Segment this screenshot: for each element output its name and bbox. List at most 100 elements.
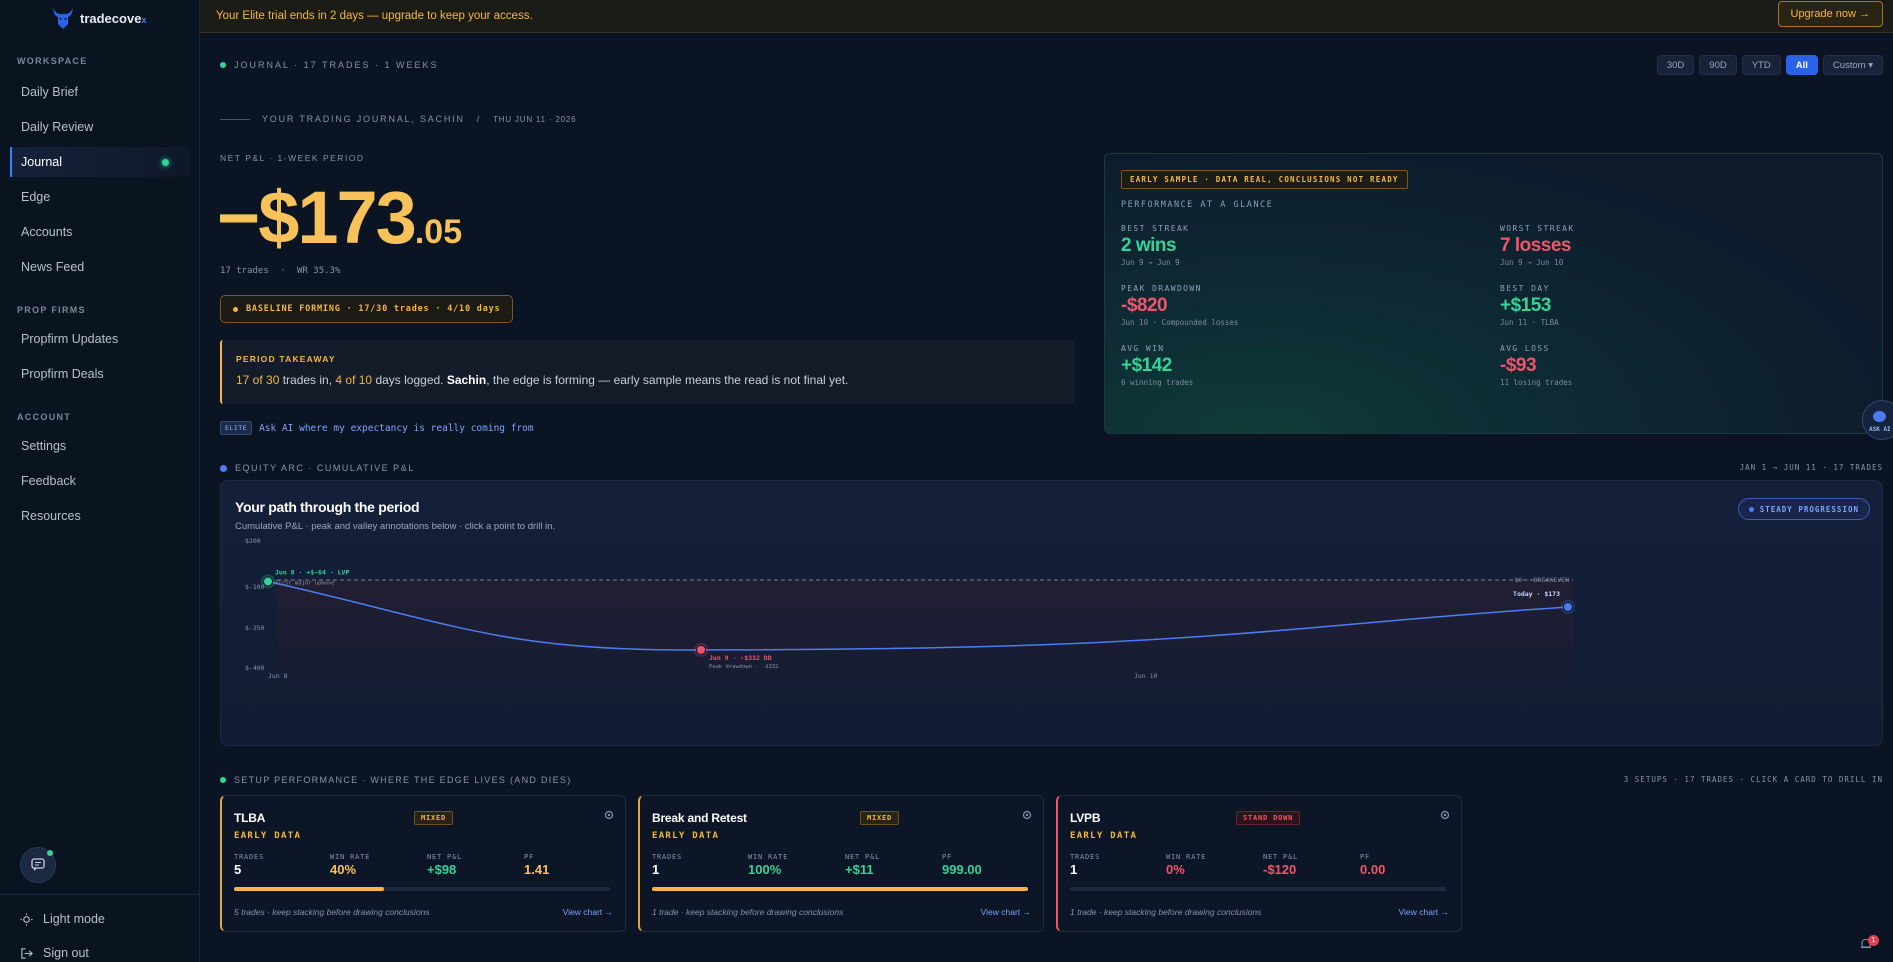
sidebar-item-resources[interactable]: Resources bbox=[10, 501, 190, 531]
x-tick-label: Jun 8 bbox=[268, 672, 288, 680]
journal-summary: JOURNAL · 17 TRADES · 1 WEEKS bbox=[220, 60, 439, 70]
takeaway-text: 17 of 30 trades in, 4 of 10 days logged.… bbox=[236, 373, 849, 387]
journal-date: THU JUN 11 · 2026 bbox=[493, 114, 577, 124]
view-chart-link[interactable]: View chart → bbox=[1399, 907, 1449, 917]
sidebar-item-journal[interactable]: Journal bbox=[10, 147, 190, 177]
glance-title: PERFORMANCE AT A GLANCE bbox=[1121, 200, 1274, 210]
setup-note: 1 trade · keep stacking before drawing c… bbox=[1070, 907, 1262, 917]
view-chart-link[interactable]: View chart → bbox=[981, 907, 1031, 917]
sidebar-divider bbox=[0, 894, 200, 895]
view-chart-link[interactable]: View chart → bbox=[563, 907, 613, 917]
breakeven-label: $0 · BREAKEVEN bbox=[1514, 576, 1569, 584]
pnl-stats: 17 trades · WR 35.3% bbox=[220, 266, 340, 276]
setup-card-tlba[interactable]: TLBA MIXED EARLY DATA TRADES 5 WIN RATE 40… bbox=[220, 795, 626, 932]
range-tabs: 30D 90D YTD All Custom ▾ bbox=[1656, 55, 1883, 75]
baseline-dot bbox=[233, 306, 238, 312]
light-mode-label: Light mode bbox=[43, 912, 105, 926]
sidebar-item-label: Journal bbox=[21, 155, 62, 169]
setup-name: TLBA bbox=[234, 811, 266, 825]
equity-chart[interactable]: $0 · BREAKEVEN $200$-100$-250$-400 Jun 8… bbox=[221, 481, 1884, 747]
light-mode-toggle[interactable]: Light mode bbox=[20, 912, 105, 926]
range-tab-90d[interactable]: 90D bbox=[1699, 55, 1737, 75]
sidebar-item-daily-brief[interactable]: Daily Brief bbox=[10, 77, 190, 107]
chat-button[interactable] bbox=[20, 847, 56, 883]
y-tick-label: $200 bbox=[245, 537, 261, 545]
setup-stage: EARLY DATA bbox=[234, 831, 302, 841]
bull-logo-icon bbox=[53, 8, 73, 29]
sidebar-item-daily-review[interactable]: Daily Review bbox=[10, 112, 190, 142]
metric-trades: TRADES 1 bbox=[1070, 853, 1101, 877]
gear-icon[interactable] bbox=[1021, 809, 1033, 821]
stat-worst-streak: WORST STREAK 7 losses Jun 9 → Jun 10 bbox=[1500, 224, 1575, 267]
sidebar-item-settings[interactable]: Settings bbox=[10, 431, 190, 461]
sun-icon bbox=[20, 912, 33, 926]
point-label: Jun 8 · +$-64 · LVP bbox=[275, 568, 349, 576]
ask-ai-floating-button[interactable]: ASK AI bbox=[1862, 400, 1893, 440]
baseline-badge: BASELINE FORMING · 17/30 trades · 4/10 d… bbox=[220, 295, 514, 323]
notifications-button[interactable]: 1 bbox=[1859, 935, 1879, 953]
stat-avg-win: AVG WIN +$142 6 winning trades bbox=[1121, 344, 1194, 387]
equity-section-text: EQUITY ARC · CUMULATIVE P&L bbox=[235, 463, 415, 473]
today-point[interactable] bbox=[1563, 601, 1573, 612]
journal-heading: YOUR TRADING JOURNAL, SACHIN / THU JUN 1… bbox=[220, 114, 576, 124]
setup-card-break-and-retest[interactable]: Break and Retest MIXED EARLY DATA TRADES… bbox=[638, 795, 1044, 932]
net-pnl-dollars: −$173 bbox=[217, 176, 417, 259]
chat-status-dot bbox=[47, 850, 53, 856]
range-tab-all[interactable]: All bbox=[1785, 55, 1818, 75]
metric-win-rate: WIN RATE 100% bbox=[748, 853, 789, 877]
stat-peak-drawdown: PEAK DRAWDOWN -$820 Jun 10 · Compounded … bbox=[1121, 284, 1239, 327]
sidebar-item-edge[interactable]: Edge bbox=[10, 182, 190, 212]
sidebar-item-propfirm-deals[interactable]: Propfirm Deals bbox=[10, 359, 190, 389]
metric-trades: TRADES 5 bbox=[234, 853, 265, 877]
valley-point[interactable] bbox=[696, 644, 706, 655]
progress-fill bbox=[234, 887, 385, 891]
ask-ai-text: Ask AI where my expectancy is really com… bbox=[259, 422, 534, 434]
sidebar-item-accounts[interactable]: Accounts bbox=[10, 217, 190, 247]
sidebar-item-propfirm-updates[interactable]: Propfirm Updates bbox=[10, 324, 190, 354]
ai-bubble-icon bbox=[1873, 411, 1886, 422]
peak-point[interactable] bbox=[263, 576, 273, 587]
metric-win-rate: WIN RATE 40% bbox=[330, 853, 371, 877]
brand-logo[interactable]: tradecovex bbox=[50, 6, 146, 30]
net-pnl-value: −$173.05 bbox=[217, 175, 462, 260]
range-tab-ytd[interactable]: YTD bbox=[1741, 55, 1781, 75]
progress-bar bbox=[652, 887, 1028, 891]
trade-count: 17 trades bbox=[220, 266, 269, 276]
equity-section-label: EQUITY ARC · CUMULATIVE P&L bbox=[220, 463, 415, 473]
sign-out-icon bbox=[21, 947, 33, 959]
metric-net-pnl: NET P&L +$98 bbox=[427, 853, 463, 877]
heading-separator: / bbox=[476, 114, 482, 124]
section-account: ACCOUNT bbox=[17, 412, 72, 422]
baseline-text: BASELINE FORMING · 17/30 trades · 4/10 d… bbox=[246, 304, 501, 314]
ask-ai-label: ASK AI bbox=[1869, 426, 1891, 433]
stat-separator: · bbox=[280, 266, 286, 276]
sign-out-button[interactable]: Sign out bbox=[20, 946, 89, 960]
trial-banner-text: Your Elite trial ends in 2 days — upgrad… bbox=[216, 10, 533, 22]
net-pnl-cents: .05 bbox=[414, 213, 463, 251]
setup-status-badge: MIXED bbox=[414, 811, 454, 825]
ask-ai-link[interactable]: ELITE Ask AI where my expectancy is real… bbox=[220, 421, 534, 435]
section-workspace: WORKSPACE bbox=[17, 56, 88, 66]
heading-rule bbox=[220, 118, 250, 120]
setups-meta: 3 SETUPS · 17 TRADES · CLICK A CARD TO D… bbox=[1623, 775, 1883, 784]
range-tab-30d[interactable]: 30D bbox=[1656, 55, 1695, 75]
gear-icon[interactable] bbox=[1439, 809, 1451, 821]
metric-trades: TRADES 1 bbox=[652, 853, 683, 877]
upgrade-button[interactable]: Upgrade now → bbox=[1777, 1, 1883, 27]
chat-icon bbox=[31, 858, 45, 871]
section-prop-firms: PROP FIRMS bbox=[17, 305, 86, 315]
metric-pf: PF 999.00 bbox=[942, 853, 982, 877]
setup-status-badge: MIXED bbox=[860, 811, 900, 825]
point-label: Jun 9 · -$332 DD bbox=[709, 654, 772, 662]
y-tick-label: $-400 bbox=[245, 664, 265, 672]
gear-icon[interactable] bbox=[603, 809, 615, 821]
point-label: Today · $173 bbox=[1513, 590, 1560, 598]
range-tab-custom[interactable]: Custom ▾ bbox=[1822, 55, 1883, 75]
setup-card-lvpb[interactable]: LVPB STAND DOWN EARLY DATA TRADES 1 WIN R… bbox=[1056, 795, 1462, 932]
sidebar-item-feedback[interactable]: Feedback bbox=[10, 466, 190, 496]
setup-stage: EARLY DATA bbox=[1070, 831, 1138, 841]
win-rate: WR 35.3% bbox=[297, 266, 341, 276]
trial-banner: Your Elite trial ends in 2 days — upgrad… bbox=[200, 0, 1893, 33]
y-tick-label: $-250 bbox=[245, 624, 265, 632]
sidebar-item-news-feed[interactable]: News Feed bbox=[10, 252, 190, 282]
